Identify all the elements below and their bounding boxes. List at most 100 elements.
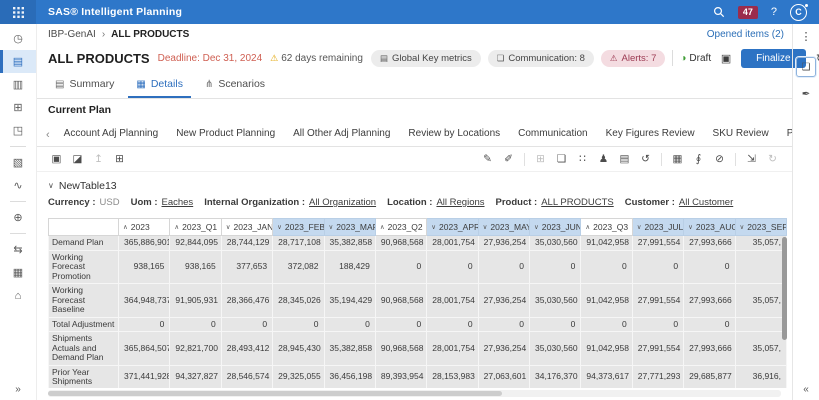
row-label[interactable]: Working Forecast Promotion [49, 250, 119, 284]
communication-button[interactable]: ❏ Communication: 8 [488, 50, 594, 67]
cell[interactable]: 94,373,617 [581, 365, 632, 388]
cell[interactable]: 0 [581, 317, 632, 332]
cell[interactable]: 36,456,198 [324, 365, 375, 388]
cell[interactable]: 0 [427, 317, 478, 332]
cell[interactable]: 91,042,958 [581, 332, 632, 366]
cell[interactable]: 27,936,254 [478, 284, 529, 318]
comment-icon[interactable]: ❏ [551, 153, 572, 165]
subtab-key-figures-review[interactable]: Key Figures Review [597, 123, 704, 146]
app-switcher-button[interactable] [0, 0, 36, 24]
cell[interactable]: 91,042,958 [581, 236, 632, 251]
subtab-sku-review[interactable]: SKU Review [704, 123, 778, 146]
cell[interactable]: 938,165 [170, 250, 221, 284]
subtab-account-adj-planning[interactable]: Account Adj Planning [55, 123, 168, 146]
cell[interactable]: 28,366,476 [221, 284, 272, 318]
cell[interactable]: 0 [530, 250, 581, 284]
row-label[interactable]: Prior Year Shipments [49, 365, 119, 388]
row-label[interactable]: Total Adjustment [49, 317, 119, 332]
cell[interactable]: 27,993,666 [684, 284, 735, 318]
assign-icon[interactable]: ♟ [593, 153, 614, 165]
sidebar-item-new-plan[interactable]: ⊕ [0, 206, 36, 229]
help-button[interactable]: ? [771, 6, 777, 18]
sidebar-item-documents[interactable]: ▥ [0, 73, 36, 96]
column-header-2023-q1[interactable]: ∧2023_Q1 [170, 219, 221, 236]
column-header-2023-mar[interactable]: ∨2023_MAR [324, 219, 375, 236]
column-header-2023-may[interactable]: ∨2023_MAY [478, 219, 529, 236]
sidebar-item-analytics[interactable]: ∿ [0, 174, 36, 197]
cell[interactable]: 364,948,737 [119, 284, 170, 318]
cell[interactable]: 28,153,983 [427, 365, 478, 388]
cell[interactable]: 0 [581, 250, 632, 284]
cell[interactable]: 0 [221, 317, 272, 332]
cell[interactable]: 27,936,254 [478, 332, 529, 366]
cell[interactable]: 0 [478, 250, 529, 284]
panel-annotate-button[interactable]: ✒ [797, 85, 815, 103]
cell[interactable] [735, 250, 787, 284]
breadcrumb-root[interactable]: IBP-GenAI [48, 29, 96, 40]
global-key-metrics-button[interactable]: ▤ Global Key metrics [371, 50, 481, 67]
cell[interactable]: 89,393,954 [375, 365, 426, 388]
row-label[interactable]: Demand Plan [49, 236, 119, 251]
cell[interactable]: 28,345,026 [273, 284, 324, 318]
save-icon[interactable]: ⇲ [741, 153, 762, 165]
edit-options-icon[interactable]: ✐ [498, 153, 519, 165]
sidebar-item-plan[interactable]: ▤ [0, 50, 36, 73]
cell[interactable]: 92,844,095 [170, 236, 221, 251]
column-header-2023-sep[interactable]: ∨2023_SEP [735, 219, 787, 236]
column-header-2023-aug[interactable]: ∨2023_AUG [684, 219, 735, 236]
present-mode-icon[interactable]: ▣ [718, 52, 734, 65]
cell[interactable]: 34,176,370 [530, 365, 581, 388]
subtab-all-other-adj-planning[interactable]: All Other Adj Planning [284, 123, 399, 146]
column-header-2023[interactable]: ∧2023 [119, 219, 170, 236]
filter-value[interactable]: ALL PRODUCTS [541, 197, 614, 214]
cell[interactable]: 28,001,754 [427, 284, 478, 318]
cell[interactable]: 28,001,754 [427, 236, 478, 251]
calendar-icon[interactable]: ▣ [46, 153, 67, 165]
right-rail-collapse-icon[interactable]: « [803, 384, 809, 400]
cell[interactable]: 28,546,574 [221, 365, 272, 388]
scrollbar-thumb[interactable] [48, 391, 502, 396]
tab-summary[interactable]: ▤Summary [47, 72, 122, 98]
cell[interactable]: 0 [375, 250, 426, 284]
column-header-2023-q3[interactable]: ∧2023_Q3 [581, 219, 632, 236]
filter-value[interactable]: All Customer [679, 197, 733, 214]
tab-details[interactable]: ▦Details [128, 72, 191, 98]
cell[interactable]: 35,057, [735, 236, 787, 251]
cell[interactable]: 0 [684, 317, 735, 332]
notification-badge[interactable]: 47 [738, 6, 758, 19]
row-label[interactable]: Shipments Actuals and Demand Plan [49, 332, 119, 366]
cell[interactable]: 27,993,666 [684, 332, 735, 366]
print-icon[interactable]: ▤ [614, 153, 635, 165]
filter-value[interactable]: All Organization [309, 197, 376, 214]
cell[interactable]: 0 [478, 317, 529, 332]
edit-icon[interactable]: ✎ [477, 153, 498, 165]
filter-value[interactable]: All Regions [436, 197, 484, 214]
cell[interactable]: 0 [273, 317, 324, 332]
search-icon[interactable] [713, 6, 725, 18]
cell[interactable]: 27,993,666 [684, 236, 735, 251]
avatar[interactable]: C [790, 4, 807, 21]
cell[interactable]: 28,945,430 [273, 332, 324, 366]
column-header-2023-jul[interactable]: ∨2023_JUL [632, 219, 683, 236]
cell[interactable]: 28,001,754 [427, 332, 478, 366]
subtab-new-product-planning[interactable]: New Product Planning [167, 123, 284, 146]
subtab-product-mix[interactable]: Product Mix [778, 123, 792, 146]
cell[interactable]: 92,821,700 [170, 332, 221, 366]
cell[interactable]: 371,441,928 [119, 365, 170, 388]
column-header-2023-feb[interactable]: ∨2023_FEB [273, 219, 324, 236]
cell[interactable]: 28,717,108 [273, 236, 324, 251]
cell[interactable]: 28,744,129 [221, 236, 272, 251]
cell[interactable]: 377,653 [221, 250, 272, 284]
sidebar-item-worksheets[interactable]: ⊞ [0, 96, 36, 119]
cell[interactable]: 0 [632, 250, 683, 284]
column-header-2023-q2[interactable]: ∧2023_Q2 [375, 219, 426, 236]
cell[interactable]: 27,771,293 [632, 365, 683, 388]
cell[interactable]: 35,030,560 [530, 332, 581, 366]
cell[interactable]: 28,493,412 [221, 332, 272, 366]
subtab-review-by-locations[interactable]: Review by Locations [399, 123, 509, 146]
table-horizontal-scrollbar[interactable] [48, 390, 781, 397]
cell[interactable]: 27,991,554 [632, 332, 683, 366]
grid-settings-icon[interactable]: ⊞ [109, 153, 130, 165]
image-icon[interactable]: ◪ [67, 153, 88, 165]
cell[interactable]: 94,327,827 [170, 365, 221, 388]
